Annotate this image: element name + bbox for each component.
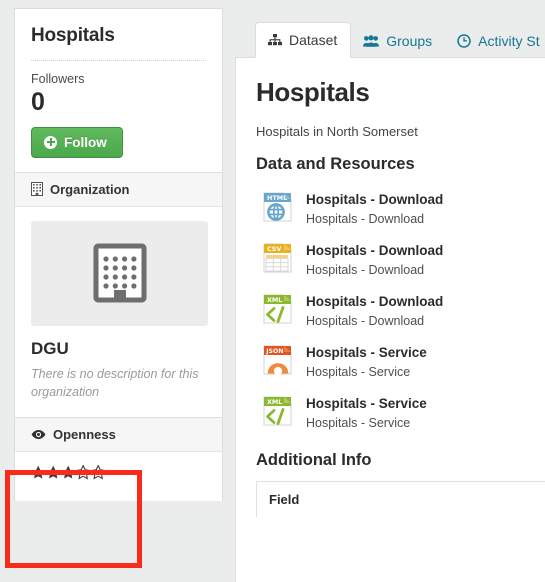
dataset-notes: Hospitals in North Somerset xyxy=(256,124,418,139)
sidebar-title: Hospitals xyxy=(31,25,115,46)
list-item[interactable]: XML Hospitals - Service Hospitals - Serv… xyxy=(256,386,545,437)
resource-list: HTML Hospitals - Download Hospitals - Do… xyxy=(256,182,545,437)
organization-header: Organization xyxy=(15,171,222,207)
table-column-header-field: Field xyxy=(269,492,300,507)
json-file-icon: JSON xyxy=(262,343,296,377)
followers-count: 0 xyxy=(31,88,45,116)
organization-thumbnail[interactable] xyxy=(31,220,208,326)
csv-file-icon: CSV xyxy=(262,241,296,275)
tab-groups-label: Groups xyxy=(386,33,433,49)
users-icon xyxy=(363,35,380,47)
html-file-icon: HTML xyxy=(262,190,296,224)
tab-activity-stream-label: Activity St xyxy=(478,33,540,49)
dataset-content: Hospitals Hospitals in North Somerset Da… xyxy=(235,58,545,582)
resources-heading: Data and Resources xyxy=(256,155,415,173)
tab-activity-stream[interactable]: Activity St xyxy=(445,24,545,58)
follow-button-label: Follow xyxy=(64,134,107,150)
followers-block: Followers 0 Follow xyxy=(15,61,222,172)
clock-icon xyxy=(457,34,471,48)
svg-text:JSON: JSON xyxy=(265,348,283,355)
list-item[interactable]: HTML Hospitals - Download Hospitals - Do… xyxy=(256,182,545,233)
dataset-title: Hospitals xyxy=(256,77,370,107)
svg-text:CSV: CSV xyxy=(267,245,281,253)
xml-file-icon: XML xyxy=(262,394,296,428)
list-item[interactable]: XML Hospitals - Download Hospitals - Dow… xyxy=(256,284,545,335)
organization-description: There is no description for this organiz… xyxy=(31,366,199,399)
follow-button[interactable]: Follow xyxy=(31,126,123,158)
resource-description: Hospitals - Download xyxy=(306,263,425,277)
list-item[interactable]: JSON Hospitals - Service Hospitals - Ser… xyxy=(256,335,545,386)
resource-title: Hospitals - Download xyxy=(306,294,444,309)
resource-description: Hospitals - Service xyxy=(306,416,411,430)
resource-title: Hospitals - Download xyxy=(306,243,444,258)
resource-description: Hospitals - Download xyxy=(306,212,425,226)
building-icon xyxy=(31,182,43,196)
tab-dataset-label: Dataset xyxy=(289,32,338,48)
organization-header-label: Organization xyxy=(50,181,130,197)
additional-info-table: Field xyxy=(256,481,545,517)
openness-header-label: Openness xyxy=(53,426,116,442)
xml-file-icon: XML xyxy=(262,292,296,326)
resource-description: Hospitals - Download xyxy=(306,314,425,328)
svg-text:XML: XML xyxy=(267,398,282,406)
resource-description: Hospitals - Service xyxy=(306,365,411,379)
eye-icon xyxy=(31,429,46,440)
main-panel: Dataset Groups Activity St Hospitals Hos… xyxy=(235,0,545,582)
sidebar: Hospitals Followers 0 Follow Organizatio… xyxy=(14,8,223,501)
organization-name[interactable]: DGU xyxy=(31,339,206,359)
additional-info-heading: Additional Info xyxy=(256,451,372,469)
tab-groups[interactable]: Groups xyxy=(351,24,445,58)
openness-rating-stars xyxy=(31,464,206,483)
openness-header: Openness xyxy=(15,416,222,452)
tab-dataset[interactable]: Dataset xyxy=(255,22,352,58)
app-window: Hospitals Followers 0 Follow Organizatio… xyxy=(0,0,545,582)
resource-title: Hospitals - Service xyxy=(306,345,427,360)
resource-title: Hospitals - Download xyxy=(306,192,444,207)
plus-circle-icon xyxy=(44,135,57,149)
followers-label: Followers xyxy=(31,72,85,86)
building-placeholder-icon xyxy=(93,243,146,303)
resource-title: Hospitals - Service xyxy=(306,396,427,411)
tab-bar: Dataset Groups Activity St xyxy=(235,0,545,58)
sitemap-icon xyxy=(268,34,282,46)
svg-text:HTML: HTML xyxy=(267,194,287,202)
list-item[interactable]: CSV Hospitals - Download Hospitals - Dow… xyxy=(256,233,545,284)
openness-body xyxy=(15,452,222,501)
organization-body: DGU There is no description for this org… xyxy=(15,207,222,417)
svg-text:XML: XML xyxy=(267,296,282,304)
sidebar-title-block: Hospitals Followers 0 Follow xyxy=(15,9,222,172)
